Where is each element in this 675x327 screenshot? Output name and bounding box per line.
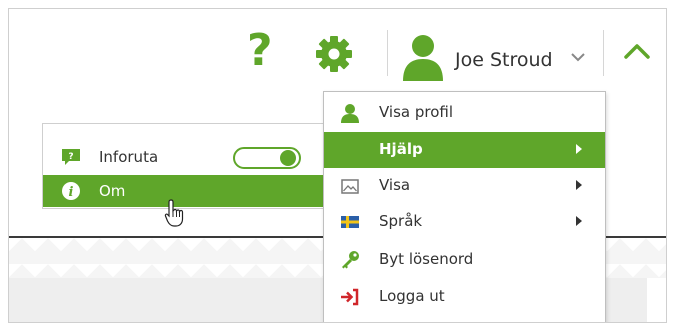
user-dropdown-menu: Visa profil Hjälp Visa Språk Byt lösenor… (323, 91, 606, 322)
svg-text:?: ? (68, 152, 73, 162)
help-popover: ? Inforuta i Om (42, 123, 332, 209)
popover-item-inforuta[interactable]: ? Inforuta (43, 141, 331, 173)
menu-item-label: Logga ut (379, 287, 445, 305)
popover-item-label: Inforuta (99, 148, 159, 166)
submenu-arrow-icon (576, 180, 582, 190)
key-icon (342, 251, 359, 269)
toggle-knob (280, 150, 296, 166)
menu-item-hjalp[interactable]: Hjälp (324, 132, 605, 168)
app-window: ? Joe Stroud ? Inforuta i Om Visa profil… (8, 8, 667, 323)
user-menu-button[interactable]: Joe Stroud (401, 33, 591, 81)
popover-item-om[interactable]: i Om (43, 175, 331, 207)
header-divider (603, 30, 604, 76)
user-avatar-icon (403, 35, 443, 81)
info-panel-icon: ? (62, 149, 80, 165)
chevron-down-icon (571, 53, 585, 62)
header-divider (387, 30, 388, 76)
submenu-arrow-icon (576, 216, 582, 226)
menu-item-sprak[interactable]: Språk (324, 204, 605, 240)
swedish-flag-icon (341, 216, 359, 228)
menu-item-byt-losenord[interactable]: Byt lösenord (324, 242, 605, 278)
menu-item-label: Visa (379, 176, 411, 194)
chevron-up-icon[interactable] (623, 41, 651, 61)
hand-cursor-icon (164, 199, 184, 227)
menu-item-label: Språk (379, 212, 423, 230)
menu-item-label: Visa profil (379, 103, 454, 121)
user-name: Joe Stroud (455, 49, 553, 71)
menu-item-label: Hjälp (379, 140, 423, 158)
gear-icon[interactable] (315, 35, 353, 73)
image-icon (341, 179, 359, 194)
menu-item-visa-profil[interactable]: Visa profil (324, 95, 605, 131)
help-icon[interactable]: ? (247, 29, 273, 73)
svg-text:i: i (69, 185, 74, 200)
submenu-arrow-icon (576, 144, 582, 154)
top-bar: ? Joe Stroud (9, 9, 666, 99)
logout-icon (341, 288, 359, 306)
info-icon: i (62, 182, 80, 200)
menu-item-label: Byt lösenord (379, 250, 474, 268)
menu-item-visa[interactable]: Visa (324, 168, 605, 204)
popover-item-label: Om (99, 182, 126, 200)
user-icon (341, 104, 359, 123)
menu-item-logga-ut[interactable]: Logga ut (324, 279, 605, 315)
inforuta-toggle[interactable] (233, 147, 301, 169)
